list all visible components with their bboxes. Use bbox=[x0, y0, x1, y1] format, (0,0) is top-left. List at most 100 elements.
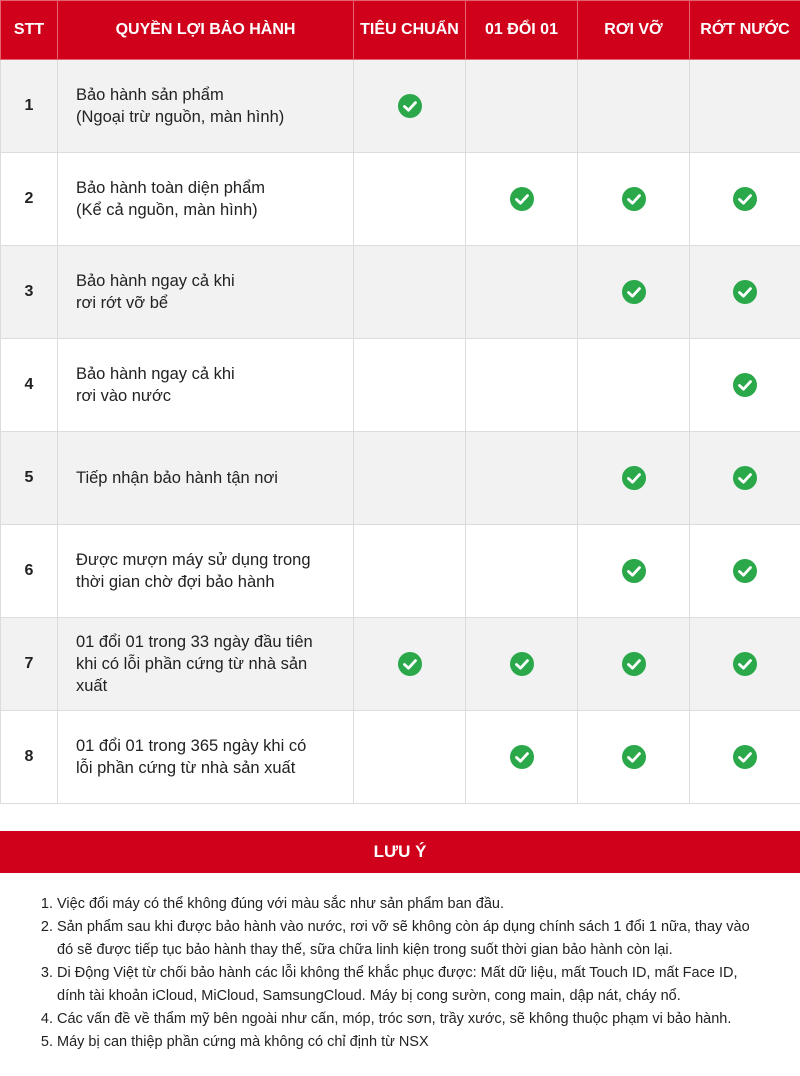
table-row: 6 Được mượn máy sử dụng trong thời gian ch… bbox=[0, 524, 800, 618]
benefit-line: 01 đổi 01 trong 365 ngày khi có bbox=[76, 737, 307, 755]
cell-water-damage bbox=[689, 431, 800, 525]
cell-drop-damage bbox=[577, 431, 690, 525]
row-number: 5 bbox=[0, 431, 58, 525]
cell-standard bbox=[353, 245, 466, 339]
benefit-cell: Tiếp nhận bảo hành tận nơi bbox=[57, 431, 354, 525]
cell-drop-damage bbox=[577, 710, 690, 804]
benefit-line: lỗi phần cứng từ nhà sản xuất bbox=[76, 759, 296, 777]
benefit-line: rơi vào nước bbox=[76, 387, 172, 405]
header-one-for-one: 01 ĐỔI 01 bbox=[465, 0, 578, 60]
cell-water-damage bbox=[689, 152, 800, 246]
cell-standard bbox=[353, 59, 466, 153]
note-item: Máy bị can thiệp phần cứng mà không có c… bbox=[57, 1031, 760, 1054]
benefit-cell: Được mượn máy sử dụng trong thời gian chờ… bbox=[57, 524, 354, 618]
note-item: Di Động Việt từ chối bảo hành các lỗi kh… bbox=[57, 962, 760, 1008]
cell-water-damage bbox=[689, 245, 800, 339]
header-benefit: QUYỀN LỢI BẢO HÀNH bbox=[57, 0, 354, 60]
cell-one-for-one bbox=[465, 524, 578, 618]
cell-water-damage bbox=[689, 338, 800, 432]
cell-one-for-one bbox=[465, 617, 578, 711]
benefit-line: khi có lỗi phần cứng từ nhà sản bbox=[76, 655, 308, 673]
benefit-line: Bảo hành sản phẩm bbox=[76, 86, 224, 104]
cell-water-damage bbox=[689, 710, 800, 804]
cell-one-for-one bbox=[465, 59, 578, 153]
check-circle-icon bbox=[733, 745, 757, 769]
header-standard: TIÊU CHUẨN bbox=[353, 0, 466, 60]
cell-water-damage bbox=[689, 59, 800, 153]
check-circle-icon bbox=[621, 280, 646, 304]
check-circle-icon bbox=[621, 652, 646, 676]
row-number: 4 bbox=[0, 338, 58, 432]
table-body: 1 Bảo hành sản phẩm (Ngoại trừ nguồn, màn … bbox=[0, 59, 800, 804]
benefit-cell: Bảo hành ngay cả khi rơi vào nước bbox=[57, 338, 354, 432]
table-row: 1 Bảo hành sản phẩm (Ngoại trừ nguồn, màn … bbox=[0, 59, 800, 153]
check-circle-icon bbox=[733, 373, 757, 397]
cell-water-damage bbox=[689, 617, 800, 711]
cell-standard bbox=[353, 617, 466, 711]
header-drop-damage: RƠI VỠ bbox=[577, 0, 690, 60]
row-number: 3 bbox=[0, 245, 58, 339]
check-circle-icon bbox=[397, 652, 422, 676]
benefit-line: Bảo hành toàn diện phẩm bbox=[76, 179, 265, 197]
cell-one-for-one bbox=[465, 710, 578, 804]
row-number: 8 bbox=[0, 710, 58, 804]
benefit-line: Bảo hành ngay cả khi bbox=[76, 272, 235, 290]
benefit-line: xuất bbox=[76, 677, 108, 695]
table-row: 2 Bảo hành toàn diện phẩm (Kể cả nguồn, mà… bbox=[0, 152, 800, 246]
cell-drop-damage bbox=[577, 245, 690, 339]
cell-one-for-one bbox=[465, 152, 578, 246]
benefit-line: thời gian chờ đợi bảo hành bbox=[76, 573, 275, 591]
header-water-damage: RỚT NƯỚC bbox=[689, 0, 800, 60]
benefit-line: (Kể cả nguồn, màn hình) bbox=[76, 201, 258, 219]
cell-one-for-one bbox=[465, 245, 578, 339]
check-circle-icon bbox=[397, 94, 422, 118]
benefit-cell: Bảo hành sản phẩm (Ngoại trừ nguồn, màn h… bbox=[57, 59, 354, 153]
row-number: 1 bbox=[0, 59, 58, 153]
cell-standard bbox=[353, 431, 466, 525]
benefit-cell: Bảo hành ngay cả khi rơi rớt vỡ bể bbox=[57, 245, 354, 339]
benefit-line: Bảo hành ngay cả khi bbox=[76, 365, 235, 383]
cell-drop-damage bbox=[577, 59, 690, 153]
benefit-cell: 01 đổi 01 trong 33 ngày đầu tiên khi có l… bbox=[57, 617, 354, 711]
table-header-row: STT QUYỀN LỢI BẢO HÀNH TIÊU CHUẨN 01 ĐỔI… bbox=[0, 0, 800, 60]
note-item: Sản phẩm sau khi được bảo hành vào nước,… bbox=[57, 916, 760, 962]
benefit-line: Tiếp nhận bảo hành tận nơi bbox=[76, 469, 278, 487]
notes-title: LƯU Ý bbox=[0, 831, 800, 873]
warranty-table: STT QUYỀN LỢI BẢO HÀNH TIÊU CHUẨN 01 ĐỔI… bbox=[0, 0, 800, 804]
cell-standard bbox=[353, 152, 466, 246]
cell-standard bbox=[353, 524, 466, 618]
table-row: 5 Tiếp nhận bảo hành tận nơi bbox=[0, 431, 800, 525]
cell-drop-damage bbox=[577, 152, 690, 246]
check-circle-icon bbox=[733, 187, 757, 211]
check-circle-icon bbox=[621, 559, 646, 583]
note-item: Các vấn đề về thẩm mỹ bên ngoài như cấn,… bbox=[57, 1008, 760, 1031]
cell-standard bbox=[353, 338, 466, 432]
table-row: 7 01 đổi 01 trong 33 ngày đầu tiên khi có … bbox=[0, 617, 800, 711]
table-row: 4 Bảo hành ngay cả khi rơi vào nước bbox=[0, 338, 800, 432]
check-circle-icon bbox=[509, 745, 534, 769]
cell-one-for-one bbox=[465, 431, 578, 525]
check-circle-icon bbox=[621, 187, 646, 211]
cell-drop-damage bbox=[577, 338, 690, 432]
table-row: 3 Bảo hành ngay cả khi rơi rớt vỡ bể bbox=[0, 245, 800, 339]
check-circle-icon bbox=[621, 466, 646, 490]
table-row: 8 01 đổi 01 trong 365 ngày khi có lỗi phần… bbox=[0, 710, 800, 804]
note-item: Việc đổi máy có thể không đúng với màu s… bbox=[57, 893, 760, 916]
row-number: 7 bbox=[0, 617, 58, 711]
notes-list: Việc đổi máy có thể không đúng với màu s… bbox=[0, 893, 760, 1054]
benefit-cell: 01 đổi 01 trong 365 ngày khi có lỗi phần … bbox=[57, 710, 354, 804]
benefit-line: (Ngoại trừ nguồn, màn hình) bbox=[76, 108, 285, 126]
header-stt: STT bbox=[0, 0, 58, 60]
check-circle-icon bbox=[509, 187, 534, 211]
check-circle-icon bbox=[733, 280, 757, 304]
row-number: 6 bbox=[0, 524, 58, 618]
benefit-cell: Bảo hành toàn diện phẩm (Kể cả nguồn, màn… bbox=[57, 152, 354, 246]
check-circle-icon bbox=[621, 745, 646, 769]
benefit-line: 01 đổi 01 trong 33 ngày đầu tiên bbox=[76, 633, 313, 651]
cell-drop-damage bbox=[577, 617, 690, 711]
cell-one-for-one bbox=[465, 338, 578, 432]
cell-drop-damage bbox=[577, 524, 690, 618]
check-circle-icon bbox=[733, 652, 757, 676]
cell-standard bbox=[353, 710, 466, 804]
check-circle-icon bbox=[733, 559, 757, 583]
